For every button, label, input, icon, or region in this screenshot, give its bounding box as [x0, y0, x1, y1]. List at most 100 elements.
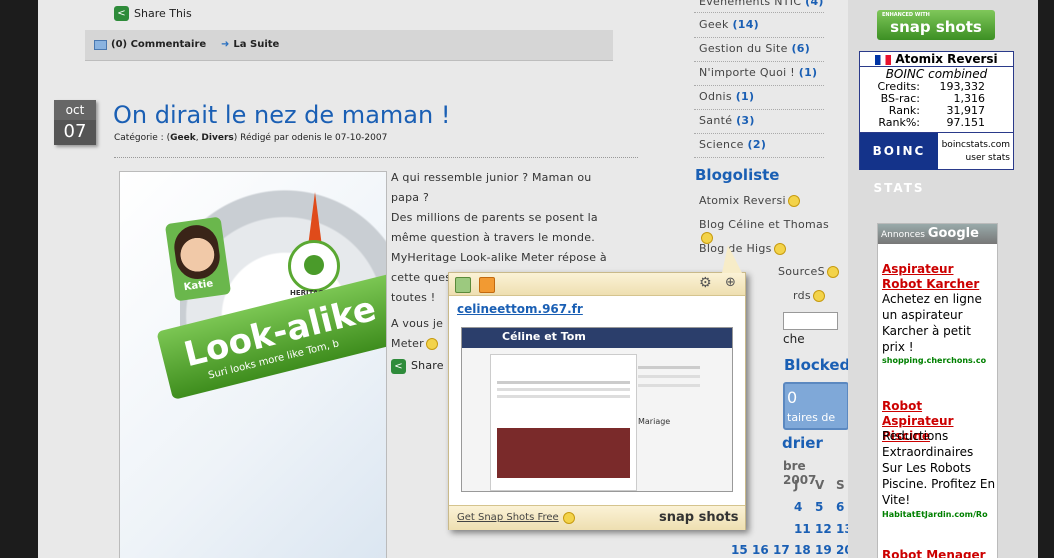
- preview-text-line: [497, 381, 630, 384]
- snap-star-icon[interactable]: [563, 512, 575, 524]
- ads-header: Annonces Google: [878, 224, 997, 244]
- read-more-link[interactable]: ➜ La Suite: [221, 39, 279, 50]
- site-preview[interactable]: Céline et Tom Mariage: [461, 327, 733, 492]
- calendar-day[interactable]: 6: [836, 500, 844, 514]
- share-icon: <: [114, 6, 129, 21]
- ad-body: Reductions Extraordinaires Sur Les Robot…: [882, 429, 996, 507]
- face-photo: [171, 222, 223, 282]
- gear-icon[interactable]: ⚙: [699, 275, 712, 291]
- blog-link[interactable]: SourceS: [778, 265, 839, 278]
- snapshots-badge[interactable]: ENHANCED WITH snap shots: [877, 10, 995, 40]
- blog-label: rds: [793, 289, 811, 302]
- category-item[interactable]: Gestion du Site (6): [699, 42, 810, 55]
- calendar-day[interactable]: 18: [794, 543, 811, 557]
- blog-link[interactable]: Blog de Higs: [699, 242, 786, 255]
- ad-body: Achetez en ligne un aspirateur Karcher à…: [882, 292, 982, 354]
- category-count: (14): [732, 18, 759, 31]
- image-icon[interactable]: [455, 277, 471, 293]
- popup-toolbar: ⚙ ⊕: [449, 273, 745, 296]
- preview-photo: [497, 428, 630, 478]
- read-more-label: La Suite: [233, 39, 280, 50]
- date-day: 07: [63, 121, 87, 142]
- calendar-day[interactable]: 15: [731, 543, 748, 557]
- search-input[interactable]: [783, 312, 838, 330]
- category-item[interactable]: Santé (3): [699, 114, 755, 127]
- category-divers[interactable]: Divers: [201, 133, 233, 143]
- post-text-1: A qui ressemble junior ? Maman ou papa ?: [391, 171, 592, 204]
- blocked-text: taires de: [787, 411, 836, 424]
- snap-star-icon[interactable]: [425, 338, 438, 350]
- boinc-key: Rank%:: [878, 116, 920, 129]
- boinc-title-text: Atomix Reversi: [895, 52, 998, 66]
- category-item[interactable]: Evénements NTIC (4): [699, 0, 824, 8]
- snapshots-popup: ⚙ ⊕ celineettom.967.fr Céline et Tom Mar…: [448, 245, 746, 530]
- preview-sidebar-label: Mariage: [638, 417, 671, 426]
- ad-title[interactable]: Aspirateur Robot Karcher: [882, 262, 994, 292]
- get-snapshots-link[interactable]: Get Snap Shots Free: [457, 512, 559, 523]
- calendar-day[interactable]: 17: [773, 543, 790, 557]
- snapshots-badge-text: snap shots: [890, 18, 982, 36]
- calendar-day[interactable]: 11: [794, 522, 811, 536]
- category-count: (1): [735, 90, 755, 103]
- preview-text-line: [638, 375, 700, 378]
- blog-link[interactable]: rds: [793, 289, 825, 302]
- boinc-logo: BOINC STATS: [860, 133, 938, 195]
- blocked-count: 0: [787, 388, 798, 407]
- weekday-label: V: [815, 478, 825, 492]
- post-text-4-link[interactable]: Meter: [391, 337, 424, 350]
- post-title[interactable]: On dirait le nez de maman !: [113, 101, 450, 129]
- category-geek[interactable]: Geek: [170, 133, 196, 143]
- post-image[interactable]: HERITAGE Look-alike Me Suri looks more l…: [119, 171, 387, 558]
- search-button[interactable]: che: [783, 332, 805, 346]
- comment-icon: [94, 39, 107, 50]
- popup-footer: Get Snap Shots Free snap shots: [449, 505, 745, 530]
- calendar-day[interactable]: 19: [815, 543, 832, 557]
- category-label: Odnis: [699, 90, 732, 103]
- category-item[interactable]: Odnis (1): [699, 90, 754, 103]
- blocked-heading: Blocked: [784, 356, 851, 374]
- calendar-day[interactable]: 5: [815, 500, 823, 514]
- preview-sidebar: Mariage: [638, 358, 700, 488]
- page: < Share This (0) Commentaire ➜ La Suite …: [38, 0, 1038, 558]
- weekday-label: J: [794, 478, 799, 492]
- portrait: Katie: [164, 216, 232, 302]
- rss-icon[interactable]: [479, 277, 495, 293]
- preview-text-line: [638, 384, 700, 387]
- divider: [694, 12, 824, 13]
- divider: [694, 157, 824, 158]
- blog-link[interactable]: Atomix Reversi: [699, 194, 800, 207]
- arrow-right-icon: ➜: [221, 39, 230, 50]
- category-count: (3): [736, 114, 755, 127]
- snap-star-icon[interactable]: [787, 195, 800, 207]
- divider: [694, 37, 824, 38]
- boinc-site: boincstats.com user stats: [940, 139, 1010, 165]
- calendar-day[interactable]: 4: [794, 500, 802, 514]
- snap-star-icon[interactable]: [773, 243, 786, 255]
- zoom-icon[interactable]: ⊕: [725, 275, 736, 290]
- blocked-counter: 0 taires de: [783, 382, 849, 430]
- snap-star-icon[interactable]: [812, 290, 825, 302]
- ad-url[interactable]: shopping.cherchons.co: [882, 356, 986, 365]
- ad-title[interactable]: Robot Menager: [882, 548, 994, 558]
- preview-text-line: [497, 395, 630, 398]
- category-prefix: Catégorie : (: [114, 133, 171, 143]
- category-item[interactable]: N'importe Quoi ! (1): [699, 66, 817, 79]
- ad-url[interactable]: HabitatEtJardin.com/Ro: [882, 510, 988, 519]
- snap-star-icon[interactable]: [826, 266, 839, 278]
- category-item[interactable]: Science (2): [699, 138, 766, 151]
- share-this-link[interactable]: < Share This: [114, 6, 192, 21]
- blog-link[interactable]: Blog Céline et Thomas: [699, 218, 840, 244]
- popup-url[interactable]: celineettom.967.fr: [457, 302, 583, 316]
- date-month: oct: [54, 100, 96, 120]
- share-label: Share: [411, 359, 444, 372]
- boinc-footer: BOINC STATS boincstats.com user stats: [860, 132, 1013, 195]
- calendar-day[interactable]: 16: [752, 543, 769, 557]
- comments-link[interactable]: (0) Commentaire: [94, 39, 206, 50]
- calendar-day[interactable]: 12: [815, 522, 832, 536]
- category-count: (2): [747, 138, 767, 151]
- calendar-month: bre 2007: [783, 459, 817, 487]
- category-item[interactable]: Geek (14): [699, 18, 759, 31]
- blog-label: Atomix Reversi: [699, 194, 786, 207]
- boinc-stats-widget[interactable]: Atomix Reversi BOINC combined Credits: 19…: [859, 51, 1014, 195]
- snapshots-logo: snap shots: [659, 510, 739, 525]
